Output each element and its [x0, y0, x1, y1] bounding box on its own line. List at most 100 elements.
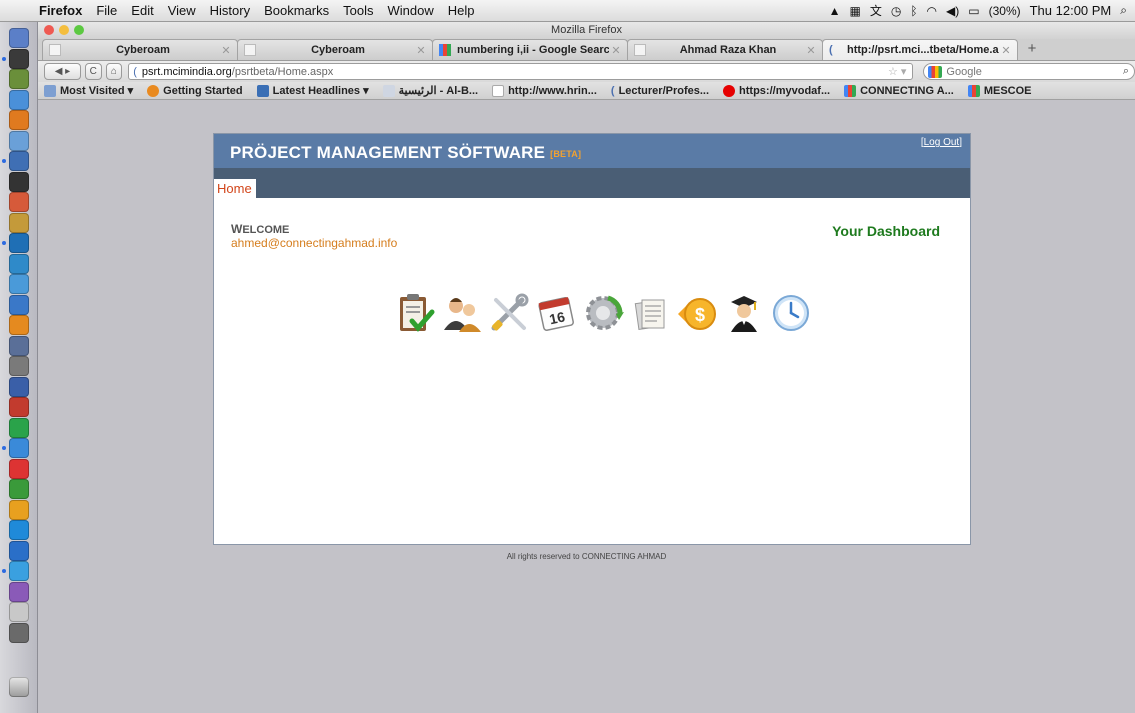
welcome-initial: W: [231, 222, 243, 236]
google-search-engine-icon[interactable]: [928, 65, 943, 78]
dock-app-icon[interactable]: [9, 171, 29, 192]
dock-app-icon[interactable]: [9, 192, 29, 212]
dock-app-icon[interactable]: [9, 110, 29, 130]
dock-app-icon[interactable]: [9, 581, 29, 602]
home-icon[interactable]: ⌂: [105, 63, 123, 80]
battery-icon[interactable]: ▭: [968, 4, 979, 18]
dock-app-icon[interactable]: [9, 89, 29, 110]
close-tab-icon[interactable]: ✕: [609, 44, 623, 57]
dock-app-icon[interactable]: [9, 274, 29, 294]
browser-tab[interactable]: Cyberoam ✕: [237, 39, 433, 60]
wifi-icon[interactable]: ◠: [927, 4, 937, 18]
close-tab-icon[interactable]: ✕: [999, 44, 1013, 57]
dock-app-icon[interactable]: [9, 315, 29, 335]
bluetooth-icon[interactable]: ᛒ: [910, 4, 917, 18]
dock-app-icon[interactable]: [9, 69, 29, 89]
bookmark-most-visited[interactable]: Most Visited ▾: [44, 84, 133, 97]
bookmark-mescoe[interactable]: MESCOE: [967, 84, 1032, 97]
dock-app-icon[interactable]: [9, 212, 29, 233]
dock-app-icon[interactable]: [9, 520, 29, 540]
close-window-button[interactable]: [44, 25, 54, 35]
dock-app-icon[interactable]: [9, 130, 29, 151]
close-tab-icon[interactable]: ✕: [414, 44, 428, 57]
documents-icon[interactable]: [629, 292, 671, 334]
browser-tab[interactable]: Ahmad Raza Khan ✕: [627, 39, 823, 60]
dock-app-icon[interactable]: [9, 233, 29, 253]
clipboard-check-icon[interactable]: [394, 292, 436, 334]
money-dollar-icon[interactable]: $: [676, 292, 718, 334]
back-forward-buttons[interactable]: ◀ ▸: [44, 63, 81, 80]
dock-app-icon[interactable]: [9, 622, 29, 643]
bookmark-star-icon[interactable]: ☆ ▾: [888, 65, 906, 78]
bookmark-hrin[interactable]: http://www.hrin...: [492, 84, 597, 97]
clock-icon[interactable]: [770, 292, 812, 334]
bookmark-getting-started[interactable]: Getting Started: [147, 84, 243, 97]
menu-clock[interactable]: Thu 12:00 PM: [1030, 3, 1112, 18]
dock-app-icon[interactable]: [9, 294, 29, 315]
page-icon: [382, 84, 395, 97]
reload-icon[interactable]: C: [84, 63, 102, 80]
menu-window[interactable]: Window: [381, 3, 441, 18]
translate-icon[interactable]: 文: [870, 2, 882, 19]
drive-icon[interactable]: ▲: [829, 4, 841, 18]
nav-tab-home[interactable]: Home: [214, 179, 256, 198]
minimize-window-button[interactable]: [59, 25, 69, 35]
calendar-icon[interactable]: 16: [535, 292, 577, 334]
menu-edit[interactable]: Edit: [124, 3, 160, 18]
dock-app-icon[interactable]: [9, 335, 29, 356]
dock-app-icon[interactable]: [9, 417, 29, 438]
search-icon[interactable]: ⌕: [1123, 65, 1129, 78]
bookmark-lecturer[interactable]: (Lecturer/Profes...: [611, 85, 709, 97]
search-bar[interactable]: Google ⌕: [923, 63, 1135, 80]
users-icon[interactable]: [441, 292, 483, 334]
dock-app-icon[interactable]: [9, 499, 29, 520]
bookmark-latest-headlines[interactable]: Latest Headlines ▾: [256, 84, 369, 97]
dock-app-icon[interactable]: [9, 561, 29, 581]
bookmark-al-b[interactable]: الرئيسية - Al-B...: [382, 84, 478, 97]
dock-app-icon[interactable]: [9, 356, 29, 376]
menu-view[interactable]: View: [161, 3, 203, 18]
spotlight-icon[interactable]: ⌕: [1120, 3, 1127, 18]
window-title: Mozilla Firefox: [551, 24, 622, 36]
zoom-window-button[interactable]: [74, 25, 84, 35]
menu-bookmarks[interactable]: Bookmarks: [257, 3, 336, 18]
time-machine-icon[interactable]: ◷: [891, 4, 901, 18]
dock-app-icon[interactable]: [9, 253, 29, 274]
browser-tab[interactable]: Cyberoam ✕: [42, 39, 238, 60]
menu-firefox[interactable]: Firefox: [32, 3, 89, 18]
dock-app-icon[interactable]: [9, 540, 29, 561]
bookmark-connecting[interactable]: CONNECTING A...: [844, 84, 954, 97]
tools-icon[interactable]: [488, 292, 530, 334]
site-identity-icon[interactable]: (: [133, 66, 137, 78]
app-title-text: PRÖJECT MANAGEMENT SÖFTWARE: [230, 143, 546, 162]
bookmark-vodafone[interactable]: https://myvodaf...: [723, 84, 830, 97]
dock-app-icon[interactable]: [9, 438, 29, 458]
vodafone-icon: [723, 84, 736, 97]
new-tab-button[interactable]: +: [1021, 39, 1043, 60]
monitor-icon[interactable]: ▦: [849, 4, 860, 18]
gear-refresh-icon[interactable]: [582, 292, 624, 334]
menu-file[interactable]: File: [89, 3, 124, 18]
volume-icon[interactable]: ◀): [946, 4, 959, 18]
menu-tools[interactable]: Tools: [336, 3, 380, 18]
browser-tab-active[interactable]: ( http://psrt.mci...tbeta/Home.aspx ✕: [822, 39, 1018, 60]
close-tab-icon[interactable]: ✕: [219, 44, 233, 57]
battery-percent: (30%): [988, 3, 1021, 18]
dock-app-icon[interactable]: [9, 458, 29, 479]
dock-app-icon[interactable]: [9, 48, 29, 69]
dock-app-icon[interactable]: [9, 151, 29, 171]
dock-app-icon[interactable]: [9, 376, 29, 397]
bracket: ]: [959, 137, 962, 148]
dock-app-icon[interactable]: [9, 397, 29, 417]
dock-app-icon[interactable]: [9, 28, 29, 48]
menu-help[interactable]: Help: [441, 3, 482, 18]
close-tab-icon[interactable]: ✕: [804, 44, 818, 57]
browser-tab[interactable]: numbering i,ii - Google Search ✕: [432, 39, 628, 60]
trash-icon[interactable]: [9, 677, 29, 697]
menu-history[interactable]: History: [203, 3, 257, 18]
graduate-icon[interactable]: [723, 292, 765, 334]
url-bar[interactable]: ( psrt.mcimindia.org /psrtbeta/Home.aspx…: [128, 63, 914, 80]
logout-link[interactable]: Log Out: [924, 137, 960, 148]
dock-app-icon[interactable]: [9, 602, 29, 622]
dock-app-icon[interactable]: [9, 479, 29, 499]
